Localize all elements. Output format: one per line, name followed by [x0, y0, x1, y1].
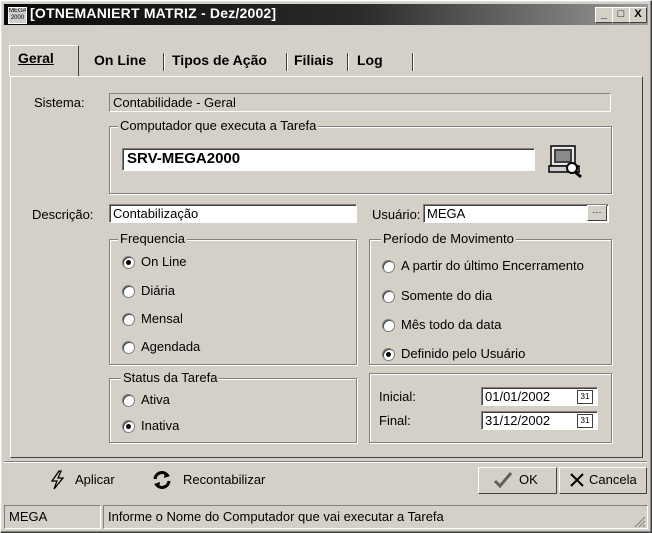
periodo-somente-dia-radio[interactable] — [382, 290, 395, 303]
tab-log[interactable]: Log — [357, 48, 383, 72]
status-inativa-label: Inativa — [141, 418, 180, 433]
tab-log-label: Log — [357, 52, 383, 68]
recontabilizar-label: Recontabilizar — [183, 472, 266, 487]
close-button[interactable]: X — [629, 7, 647, 23]
toolbar-separator — [4, 461, 647, 462]
aplicar-label: Aplicar — [75, 472, 115, 487]
lightning-icon — [48, 469, 68, 491]
usuario-label: Usuário: — [372, 207, 421, 222]
descricao-label: Descrição: — [32, 207, 94, 222]
minimize-button[interactable]: _ — [595, 7, 613, 23]
cancela-label: Cancela — [589, 472, 637, 487]
computador-input[interactable]: SRV-MEGA2000 — [122, 148, 535, 171]
cancela-button[interactable]: Cancela — [559, 467, 647, 494]
frequencia-online-label: On Line — [141, 254, 187, 269]
tab-tipos-label: Tipos de Ação — [172, 52, 267, 68]
descricao-value: Contabilização — [113, 206, 199, 221]
periodo-definido-usuario-radio[interactable] — [382, 348, 395, 361]
tab-filiais-label: Filiais — [294, 52, 334, 68]
descricao-input[interactable]: Contabilização — [109, 204, 357, 223]
statusbar-message: Informe o Nome do Computador que vai exe… — [108, 509, 444, 524]
tab-separator — [286, 53, 287, 71]
tab-geral[interactable]: Geral — [9, 45, 79, 76]
sistema-label: Sistema: — [34, 95, 85, 110]
calendar-icon[interactable]: 31 — [577, 390, 593, 404]
checkmark-icon — [493, 471, 513, 489]
frequencia-online-radio[interactable] — [122, 256, 135, 269]
ok-label: OK — [519, 472, 538, 487]
app-icon[interactable]: MEGA 2000 — [8, 7, 27, 24]
frequencia-agendada-label: Agendada — [141, 339, 201, 354]
frequencia-mensal-label: Mensal — [141, 311, 183, 326]
frequencia-mensal-radio[interactable] — [122, 313, 135, 326]
inicial-date-input[interactable]: 01/01/2002 31 — [481, 387, 598, 406]
usuario-input[interactable]: MEGA ··· — [423, 204, 609, 223]
final-date-input[interactable]: 31/12/2002 31 — [481, 411, 598, 430]
tab-geral-label: Geral — [18, 50, 54, 66]
window-title: [OTNEMANIERT MATRIZ - Dez/2002] — [30, 5, 277, 21]
statusbar-message-pane: Informe o Nome do Computador que vai exe… — [103, 505, 648, 529]
tab-tipos-de-acao[interactable]: Tipos de Ação — [172, 48, 267, 72]
sistema-value: Contabilidade - Geral — [113, 95, 236, 110]
frequencia-agendada-radio[interactable] — [122, 341, 135, 354]
periodo-somente-dia-label: Somente do dia — [401, 288, 493, 303]
computador-group-title: Computador que executa a Tarefa — [118, 118, 319, 133]
inicial-label: Inicial: — [379, 389, 416, 404]
usuario-value: MEGA — [427, 206, 466, 221]
inicial-value: 01/01/2002 — [485, 389, 551, 404]
statusbar-user-pane: MEGA — [4, 505, 101, 529]
periodo-mes-todo-label: Mês todo da data — [401, 317, 502, 332]
ok-button[interactable]: OK — [478, 467, 557, 494]
title-bar[interactable]: MEGA 2000 [OTNEMANIERT MATRIZ - Dez/2002… — [4, 4, 648, 25]
usuario-lookup-button[interactable]: ··· — [587, 205, 607, 221]
frequencia-diaria-radio[interactable] — [122, 285, 135, 298]
maximize-button[interactable]: □ — [612, 7, 630, 23]
final-label: Final: — [379, 413, 411, 428]
frequencia-diaria-label: Diária — [141, 283, 175, 298]
tab-filiais[interactable]: Filiais — [294, 48, 334, 72]
status-inativa-radio[interactable] — [122, 420, 135, 433]
frequencia-title: Frequencia — [118, 231, 188, 246]
periodo-ultimo-encerramento-radio[interactable] — [382, 260, 395, 273]
tab-separator — [163, 53, 164, 71]
datas-group — [369, 373, 612, 443]
periodo-title: Período de Movimento — [381, 231, 516, 246]
periodo-definido-usuario-label: Definido pelo Usuário — [401, 346, 526, 361]
tab-on-line[interactable]: On Line — [94, 48, 146, 72]
calendar-icon[interactable]: 31 — [577, 414, 593, 428]
periodo-mes-todo-radio[interactable] — [382, 319, 395, 332]
tab-separator — [347, 53, 348, 71]
resize-grip[interactable] — [634, 516, 646, 528]
periodo-ultimo-encerramento-label: A partir do último Encerramento — [401, 258, 584, 273]
computer-search-icon[interactable] — [546, 142, 586, 180]
sistema-field: Contabilidade - Geral — [109, 93, 611, 112]
status-group — [109, 378, 357, 443]
computador-value: SRV-MEGA2000 — [127, 150, 241, 167]
statusbar-user: MEGA — [9, 509, 48, 524]
tab-separator — [412, 53, 413, 71]
status-ativa-label: Ativa — [141, 392, 170, 407]
final-value: 31/12/2002 — [485, 413, 551, 428]
close-icon — [568, 472, 586, 488]
status-ativa-radio[interactable] — [122, 394, 135, 407]
status-title: Status da Tarefa — [121, 370, 220, 385]
refresh-icon — [151, 470, 173, 490]
tab-on-line-label: On Line — [94, 52, 147, 68]
main-window: MEGA 2000 [OTNEMANIERT MATRIZ - Dez/2002… — [0, 0, 652, 533]
